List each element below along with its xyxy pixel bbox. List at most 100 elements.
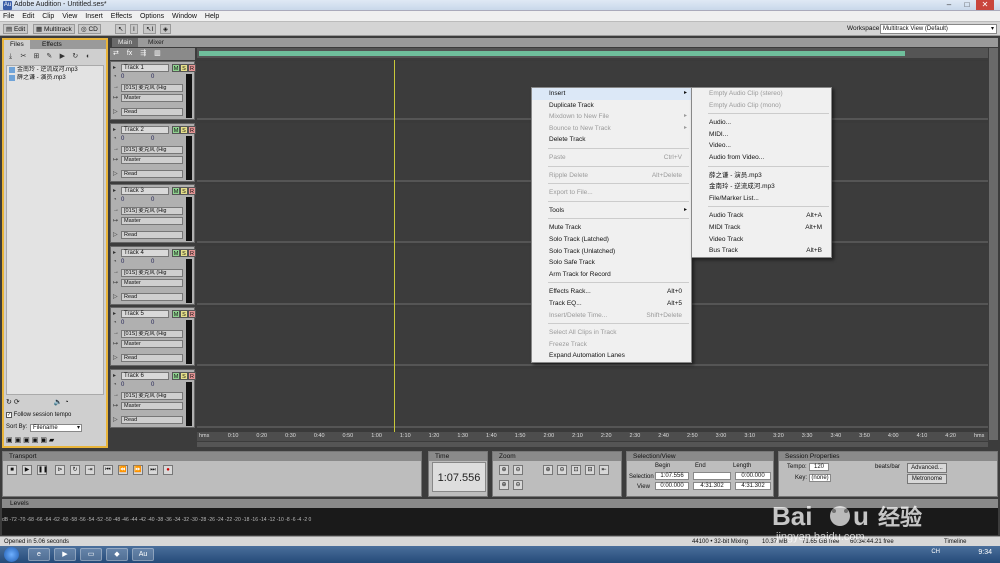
horizontal-scrollbar[interactable] (197, 442, 988, 447)
menu-item[interactable]: Bus Track Alt+B (692, 245, 831, 257)
track-name-field[interactable]: Track 2 (121, 125, 169, 134)
insert-multitrack-icon[interactable]: ⊞ (32, 52, 41, 61)
scrub-tool-icon[interactable]: ◈ (160, 24, 171, 34)
menu-item[interactable]: Track EQ... Alt+5 (532, 298, 691, 310)
collapse-arrow-icon[interactable]: ▸ (113, 64, 116, 71)
volume-value[interactable]: 0 (121, 136, 124, 142)
loop-play-icon[interactable]: ↻ (70, 465, 80, 475)
volume-value[interactable]: 0 (121, 197, 124, 203)
selection-length-field[interactable]: 0:00.000 (735, 472, 771, 480)
volume-value[interactable]: 0 (121, 259, 124, 265)
menu-item[interactable]: Tools ▸ (532, 205, 691, 217)
volume-value[interactable]: 0 (121, 74, 124, 80)
mute-button[interactable]: M (172, 310, 180, 318)
track-header[interactable]: ▸ Track 2 M S R ◔ 0 0 → [01S] 麦克风 (Hig ↦ Master ▷ Rea… (110, 122, 196, 182)
show-loops-icon[interactable]: ▣ (15, 437, 22, 444)
sort-by-select[interactable]: Filename ▾ (30, 424, 82, 432)
skip-silence-icon[interactable]: ⇥ (85, 465, 95, 475)
mute-button[interactable]: M (172, 187, 180, 195)
input-select[interactable]: [01S] 麦克风 (Hig (121, 84, 183, 92)
go-to-end-icon[interactable]: ⏭ (148, 465, 158, 475)
menu-item[interactable]: Video... (692, 140, 831, 152)
rewind-icon[interactable]: ⏪ (118, 465, 128, 475)
solo-button[interactable]: S (180, 371, 188, 380)
input-select[interactable]: [01S] 麦克风 (Hig (121, 145, 183, 154)
pan-value[interactable]: 0 (151, 320, 154, 326)
effects-icon[interactable]: fx (127, 50, 132, 57)
fast-forward-icon[interactable]: ⏩ (133, 465, 143, 475)
session-overview[interactable] (197, 48, 988, 58)
menu-item[interactable]: MIDI Track Alt+M (692, 222, 831, 234)
taskbar-audition-icon[interactable]: Au (132, 548, 154, 561)
output-select[interactable]: Master (121, 155, 183, 164)
volume-value[interactable]: 0 (121, 382, 124, 388)
show-midi-icon[interactable]: ▣ (23, 437, 30, 444)
collapse-arrow-icon[interactable]: ▸ (113, 310, 116, 317)
menu-item[interactable]: Solo Safe Track (532, 257, 691, 269)
mute-button[interactable]: M (172, 371, 180, 380)
track-name-field[interactable]: Track 5 (121, 310, 169, 318)
menu-item[interactable]: Solo Track (Latched) (532, 234, 691, 246)
import-icon[interactable]: ⤓ (6, 52, 15, 61)
menu-item[interactable]: Video Track (692, 234, 831, 246)
menu-edit[interactable]: Edit (19, 11, 37, 22)
taskbar-app-icon[interactable]: ◆ (106, 548, 128, 561)
zoom-out-vertical-icon[interactable]: ⊖ (513, 480, 523, 490)
track-header[interactable]: ▸ Track 6 M S R ◔ 0 0 → [01S] 麦克风 (Hig ↦ Master ▷ Rea… (110, 368, 196, 428)
track-name-field[interactable]: Track 4 (121, 248, 169, 257)
zoom-full-icon[interactable]: ⊡ (571, 465, 581, 475)
playhead[interactable] (394, 60, 395, 440)
vertical-scrollbar[interactable] (989, 48, 998, 440)
menu-options[interactable]: Options (137, 11, 167, 22)
menu-item[interactable]: Expand Automation Lanes (532, 350, 691, 362)
go-to-start-icon[interactable]: ⏮ (103, 465, 113, 475)
metronome-button[interactable]: Metronome (907, 474, 947, 484)
menu-item[interactable]: Arm Track for Record (532, 269, 691, 281)
zoom-in-amplitude-icon[interactable]: ⊕ (499, 465, 509, 475)
tempo-field[interactable]: 120 (809, 463, 829, 471)
input-select[interactable]: [01S] 麦克风 (Hig (121, 268, 183, 277)
menu-item[interactable]: 金南玲 - 逆流成河.mp3 (692, 181, 831, 193)
zoom-selection-icon[interactable]: ⊟ (585, 465, 595, 475)
menu-help[interactable]: Help (202, 11, 222, 22)
automation-mode-select[interactable]: Read (121, 354, 183, 362)
follow-tempo-checkbox[interactable]: ✓ (6, 412, 12, 418)
menu-insert[interactable]: Insert (82, 11, 106, 22)
collapse-arrow-icon[interactable]: ▸ (113, 372, 116, 379)
tab-files[interactable]: Files (4, 40, 30, 49)
record-arm-button[interactable]: R (188, 310, 196, 318)
output-select[interactable]: Master (121, 217, 183, 225)
volume-knob-icon[interactable]: ◔ (64, 399, 68, 406)
menu-clip[interactable]: Clip (39, 11, 57, 22)
automation-mode-select[interactable]: Read (121, 415, 183, 424)
automation-mode-select[interactable]: Read (121, 169, 183, 178)
language-indicator[interactable]: CH (931, 549, 940, 555)
taskbar-explorer-icon[interactable]: ▭ (80, 548, 102, 561)
track-lane[interactable] (197, 368, 988, 428)
taskbar-media-icon[interactable]: ▶ (54, 548, 76, 561)
close-file-icon[interactable]: ✂ (19, 52, 28, 61)
menu-item[interactable]: 薛之谦 - 演员.mp3 (692, 170, 831, 182)
edit-file-icon[interactable]: ✎ (45, 52, 54, 61)
zoom-in-vertical-icon[interactable]: ⊕ (499, 480, 509, 490)
autoplay-icon[interactable]: ◐ (84, 52, 93, 61)
automation-arrow-icon[interactable]: ▷ (113, 231, 118, 238)
track-name-field[interactable]: Track 1 (121, 64, 169, 72)
zoom-in-time-icon[interactable]: ⊕ (543, 465, 553, 475)
pan-value[interactable]: 0 (151, 197, 154, 203)
timeline-ruler[interactable]: hms 0:10 0:20 0:30 0:40 0:50 1:00 1:10 1:20 1:30 1… (197, 432, 988, 441)
record-arm-button[interactable]: R (188, 248, 196, 257)
close-button[interactable]: ✕ (976, 0, 994, 10)
maximize-button[interactable]: □ (958, 0, 976, 10)
solo-button[interactable]: S (180, 187, 188, 195)
pan-value[interactable]: 0 (151, 136, 154, 142)
track-header[interactable]: ▸ Track 1 M S R ◔ 0 0 → [01S] 麦克风 (Hig ↦ Master ▷ Rea… (110, 61, 196, 120)
pan-value[interactable]: 0 (151, 74, 154, 80)
play-preview-icon[interactable]: ▶ (58, 52, 67, 61)
mute-button[interactable]: M (172, 125, 180, 134)
loop-toggle-icon[interactable]: ↻ (6, 399, 12, 406)
automation-arrow-icon[interactable]: ▷ (113, 416, 118, 423)
menu-item[interactable]: Mute Track (532, 222, 691, 234)
menu-effects[interactable]: Effects (108, 11, 135, 22)
list-item[interactable]: 薛之谦 - 演员.mp3 (7, 74, 103, 82)
